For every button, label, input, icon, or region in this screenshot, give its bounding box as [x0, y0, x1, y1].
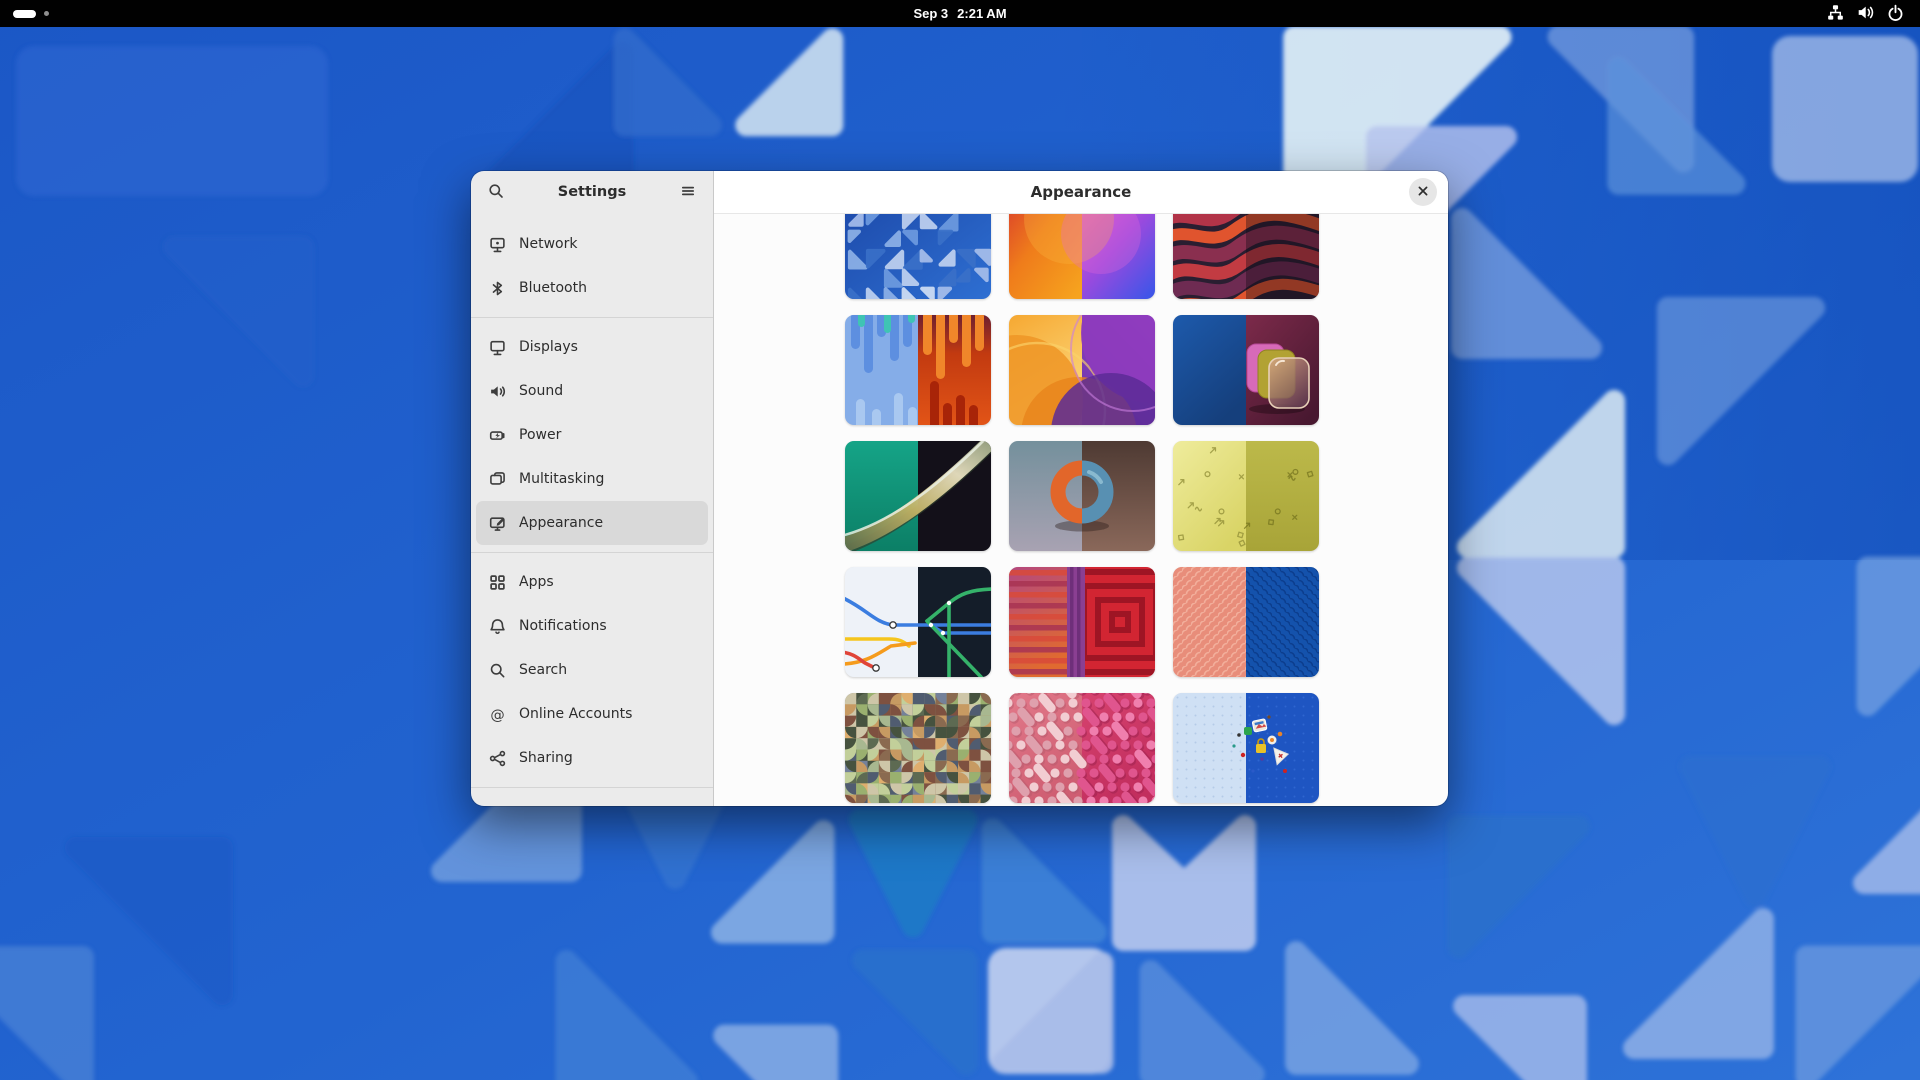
- sidebar-nav: Network Bluetooth Displays Sound Power Multit…: [471, 213, 713, 806]
- power-battery-icon: [489, 427, 506, 444]
- appearance-icon: [489, 515, 506, 532]
- sidebar-header[interactable]: Settings: [471, 171, 713, 213]
- sidebar-item-label: Network: [519, 236, 578, 252]
- sidebar-title: Settings: [557, 184, 627, 200]
- sidebar-item-label: Displays: [519, 339, 578, 355]
- clock-date: Sep 3: [913, 6, 949, 21]
- search-button[interactable]: [481, 177, 511, 207]
- sidebar-item-label: Power: [519, 427, 562, 443]
- wallpaper-thumbnail-yellow-doodles[interactable]: [1173, 441, 1319, 551]
- clock-button[interactable]: Sep 3 2:21 AM: [907, 0, 1012, 27]
- wallpaper-thumbnail-dark-red-waves[interactable]: [1173, 213, 1319, 299]
- sound-icon: [489, 383, 506, 400]
- svg-text:@: @: [490, 707, 504, 723]
- wallpaper-thumbnail-pink-pills[interactable]: [1009, 693, 1155, 803]
- workspace-indicator[interactable]: [13, 0, 49, 27]
- sidebar-separator: [471, 787, 713, 788]
- sidebar-item-label: Appearance: [519, 515, 604, 531]
- bluetooth-icon: [489, 280, 506, 297]
- sidebar-item-label: Sound: [519, 383, 564, 399]
- wallpaper-thumbnail-coral-blue-pattern[interactable]: [1173, 567, 1319, 677]
- sidebar-item-sound[interactable]: Sound: [476, 369, 708, 413]
- wallpaper-thumbnail-torus-ring[interactable]: [1009, 441, 1155, 551]
- display-icon: [489, 339, 506, 356]
- workspace-dot-inactive: [44, 11, 49, 16]
- apps-icon: [489, 574, 506, 591]
- network-icon: [489, 236, 506, 253]
- sidebar-item-label: Bluetooth: [519, 280, 587, 296]
- magnifier-icon: [489, 662, 506, 679]
- wallpaper-thumbnail-transit-map[interactable]: [845, 567, 991, 677]
- settings-window: Settings Network Bluetooth Displays Sound Po…: [471, 171, 1448, 806]
- top-bar: Sep 3 2:21 AM: [0, 0, 1920, 27]
- sidebar-item-search[interactable]: Search: [476, 648, 708, 692]
- close-icon: [1416, 184, 1430, 201]
- sidebar-item-label: Notifications: [519, 618, 607, 634]
- wallpaper-thumbnail-emerald-ribbon[interactable]: [845, 441, 991, 551]
- wallpaper-thumbnail-blue-orange-drips[interactable]: [845, 315, 991, 425]
- sidebar-item-online-accounts[interactable]: @ Online Accounts: [476, 692, 708, 736]
- appearance-panel: Appearance: [714, 171, 1448, 806]
- sidebar-item-displays[interactable]: Displays: [476, 325, 708, 369]
- system-menu-button[interactable]: [1821, 0, 1910, 27]
- wallpaper-thumbnail-orange-purple-swirl[interactable]: [1009, 315, 1155, 425]
- main-menu-button[interactable]: [673, 177, 703, 207]
- settings-sidebar: Settings Network Bluetooth Displays Sound Po…: [471, 171, 714, 806]
- bell-icon: [489, 618, 506, 635]
- sidebar-item-label: Search: [519, 662, 568, 678]
- page-title: Appearance: [1030, 183, 1132, 201]
- sidebar-separator: [471, 317, 713, 318]
- sidebar-item-appearance[interactable]: Appearance: [476, 501, 708, 545]
- sidebar-item-notifications[interactable]: Notifications: [476, 604, 708, 648]
- sidebar-item-sharing[interactable]: Sharing: [476, 736, 708, 780]
- wallpaper-thumbnail-glass-cubes[interactable]: [1173, 315, 1319, 425]
- wallpaper-thumbnail-blue-stickers[interactable]: [1173, 693, 1319, 803]
- sidebar-item-multitasking[interactable]: Multitasking: [476, 457, 708, 501]
- workspace-pill-active: [13, 9, 36, 18]
- sidebar-item-label: Online Accounts: [519, 706, 633, 722]
- wallpaper-thumbnail-mosaic-tiles[interactable]: [845, 693, 991, 803]
- power-icon: [1887, 4, 1904, 24]
- sidebar-separator: [471, 552, 713, 553]
- wallpaper-thumbnail-amber-magenta-gradient[interactable]: [1009, 213, 1155, 299]
- sidebar-item-label: Sharing: [519, 750, 573, 766]
- clock-time: 2:21 AM: [957, 6, 1007, 21]
- multitasking-icon: [489, 471, 506, 488]
- wallpaper-grid-viewport[interactable]: [714, 213, 1448, 806]
- share-icon: [489, 750, 506, 767]
- volume-icon: [1857, 4, 1874, 24]
- network-wired-icon: [1827, 4, 1844, 24]
- sidebar-item-power[interactable]: Power: [476, 413, 708, 457]
- sidebar-item-label: Apps: [519, 574, 554, 590]
- hamburger-menu-icon: [680, 183, 696, 202]
- wallpaper-thumbnail-blue-triangles[interactable]: [845, 213, 991, 299]
- wallpaper-grid: [845, 213, 1319, 803]
- close-button[interactable]: [1409, 178, 1437, 206]
- sidebar-item-apps[interactable]: Apps: [476, 560, 708, 604]
- at-icon: @: [489, 706, 506, 723]
- search-icon: [488, 183, 504, 202]
- sidebar-item-label: Multitasking: [519, 471, 605, 487]
- sidebar-item-bluetooth[interactable]: Bluetooth: [476, 266, 708, 310]
- appearance-header[interactable]: Appearance: [714, 171, 1448, 214]
- sidebar-item-network[interactable]: Network: [476, 222, 708, 266]
- wallpaper-thumbnail-red-geometric[interactable]: [1009, 567, 1155, 677]
